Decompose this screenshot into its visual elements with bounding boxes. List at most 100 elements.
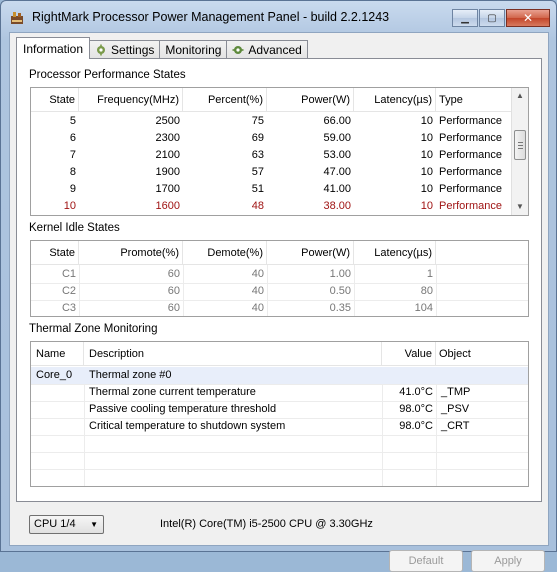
tab-information[interactable]: Information	[16, 37, 91, 59]
cpu-select[interactable]: CPU 1/4 ▼	[29, 515, 104, 534]
tab-monitoring[interactable]: Monitoring	[159, 40, 228, 59]
perf-frequency-cell: 2100	[155, 149, 180, 161]
perf-power-cell: 47.00	[323, 166, 351, 178]
tab-information-label: Information	[23, 41, 84, 56]
settings-icon	[97, 44, 106, 56]
perf-header-row: State Frequency(MHz) Percent(%) Power(W)…	[31, 88, 513, 112]
thermal-table[interactable]: Name Description Value Object Core_0 The…	[30, 341, 529, 487]
idle-state-row[interactable]: C2 60 40 0.50 80	[31, 283, 528, 300]
idle-demote-cell: 40	[251, 285, 264, 297]
perf-state-row[interactable]: 5 2500 75 66.00 10 Performance	[31, 113, 513, 130]
title-bar[interactable]: RightMark Processor Power Management Pan…	[1, 1, 556, 35]
idle-promote-cell: 60	[167, 268, 180, 280]
perf-states-table[interactable]: State Frequency(MHz) Percent(%) Power(W)…	[30, 87, 529, 216]
information-panel: Processor Performance States State Frequ…	[16, 58, 542, 502]
cpu-name-label: Intel(R) Core(TM) i5-2500 CPU @ 3.30GHz	[160, 518, 373, 530]
idle-latency-cell: 80	[420, 285, 433, 297]
col-type[interactable]: Type	[436, 88, 513, 111]
perf-state-row[interactable]: 8 1900 57 47.00 10 Performance	[31, 164, 513, 181]
col-description[interactable]: Description	[84, 342, 382, 365]
perf-percent-cell: 51	[251, 183, 264, 195]
tab-advanced-label: Advanced	[248, 43, 302, 57]
thermal-row[interactable]: Passive cooling temperature threshold 98.…	[31, 401, 528, 418]
perf-state-cell: 6	[69, 132, 76, 144]
thermal-row[interactable]: Thermal zone current temperature 41.0°C _T…	[31, 384, 528, 401]
thermal-object-cell: _PSV	[441, 403, 470, 415]
idle-state-cell: C1	[61, 268, 76, 280]
col-latency[interactable]: Latency(µs)	[354, 88, 436, 111]
default-button[interactable]: Default	[389, 550, 463, 572]
thermal-header-row: Name Description Value Object	[31, 342, 528, 366]
apply-button[interactable]: Apply	[471, 550, 545, 572]
perf-state-row[interactable]: 6 2300 69 59.00 10 Performance	[31, 130, 513, 147]
perf-percent-cell: 75	[251, 115, 264, 127]
thermal-zone-row[interactable]: Core_0 Thermal zone #0	[31, 367, 528, 384]
tab-settings-label: Settings	[111, 43, 155, 57]
col-power[interactable]: Power(W)	[267, 88, 354, 111]
perf-state-cell: 10	[63, 200, 76, 212]
idle-promote-cell: 60	[167, 302, 180, 314]
perf-state-row[interactable]: 10 1600 48 38.00 10 Performance	[31, 198, 513, 215]
cpu-select-value: CPU 1/4	[34, 518, 76, 530]
perf-type-cell: Performance	[439, 115, 502, 127]
perf-power-cell: 53.00	[323, 149, 351, 161]
window-title: RightMark Processor Power Management Pan…	[32, 10, 390, 24]
perf-power-cell: 38.00	[323, 200, 351, 212]
thermal-title: Thermal Zone Monitoring	[29, 323, 158, 335]
minimize-button[interactable]: ▁	[452, 9, 478, 27]
perf-percent-cell: 57	[251, 166, 264, 178]
perf-latency-cell: 10	[420, 115, 433, 127]
thermal-description-cell: Thermal zone current temperature	[89, 386, 256, 398]
scroll-up-icon[interactable]: ▲	[512, 88, 528, 104]
col-name[interactable]: Name	[31, 342, 84, 365]
col-demote[interactable]: Demote(%)	[183, 241, 267, 264]
idle-promote-cell: 60	[167, 285, 180, 297]
perf-state-row[interactable]: 7 2100 63 53.00 10 Performance	[31, 147, 513, 164]
thermal-name-cell	[31, 418, 84, 435]
perf-type-cell: Performance	[439, 132, 502, 144]
zone-name: Core_0	[36, 369, 73, 381]
col-idle-state[interactable]: State	[31, 241, 79, 264]
col-idle-latency[interactable]: Latency(µs)	[354, 241, 436, 264]
scroll-down-icon[interactable]: ▼	[512, 199, 528, 215]
idle-state-cell: C3	[61, 302, 76, 314]
col-frequency[interactable]: Frequency(MHz)	[79, 88, 183, 111]
client-area: Information Settings Monitoring Advanced	[9, 32, 549, 572]
perf-type-cell: Performance	[439, 149, 502, 161]
col-idle-power[interactable]: Power(W)	[267, 241, 354, 264]
perf-scrollbar[interactable]: ▲ ▼	[511, 88, 528, 215]
close-button[interactable]: ✕	[506, 9, 550, 27]
col-percent[interactable]: Percent(%)	[183, 88, 267, 111]
thermal-object-cell: _TMP	[441, 386, 471, 398]
col-object[interactable]: Object	[436, 342, 528, 365]
thermal-value-cell: 41.0°C	[399, 386, 433, 398]
perf-frequency-cell: 1600	[155, 200, 180, 212]
tab-settings[interactable]: Settings	[89, 40, 161, 59]
perf-state-row[interactable]: 9 1700 51 41.00 10 Performance	[31, 181, 513, 198]
idle-power-cell: 0.35	[329, 302, 351, 314]
thermal-value-cell: 98.0°C	[399, 420, 433, 432]
col-promote[interactable]: Promote(%)	[79, 241, 183, 264]
thermal-name-cell	[31, 401, 84, 418]
idle-latency-cell: 104	[414, 302, 433, 314]
maximize-button[interactable]: ▢	[479, 9, 505, 27]
tab-advanced[interactable]: Advanced	[226, 40, 308, 59]
app-icon	[11, 12, 23, 24]
perf-power-cell: 66.00	[323, 115, 351, 127]
idle-states-table[interactable]: State Promote(%) Demote(%) Power(W) Late…	[30, 240, 529, 317]
col-value[interactable]: Value	[382, 342, 436, 365]
idle-header-row: State Promote(%) Demote(%) Power(W) Late…	[31, 241, 528, 265]
perf-state-cell: 5	[69, 115, 76, 127]
idle-state-row[interactable]: C1 60 40 1.00 1	[31, 266, 528, 283]
perf-latency-cell: 10	[420, 132, 433, 144]
perf-type-cell: Performance	[439, 166, 502, 178]
idle-state-row[interactable]: C3 60 40 0.35 104	[31, 300, 528, 316]
thermal-row[interactable]: Critical temperature to shutdown system 9…	[31, 418, 528, 435]
col-state[interactable]: State	[31, 88, 79, 111]
perf-frequency-cell: 1900	[155, 166, 180, 178]
chevron-down-icon: ▼	[90, 520, 98, 529]
scroll-thumb[interactable]	[514, 130, 526, 160]
perf-frequency-cell: 1700	[155, 183, 180, 195]
idle-demote-cell: 40	[251, 268, 264, 280]
perf-percent-cell: 63	[251, 149, 264, 161]
